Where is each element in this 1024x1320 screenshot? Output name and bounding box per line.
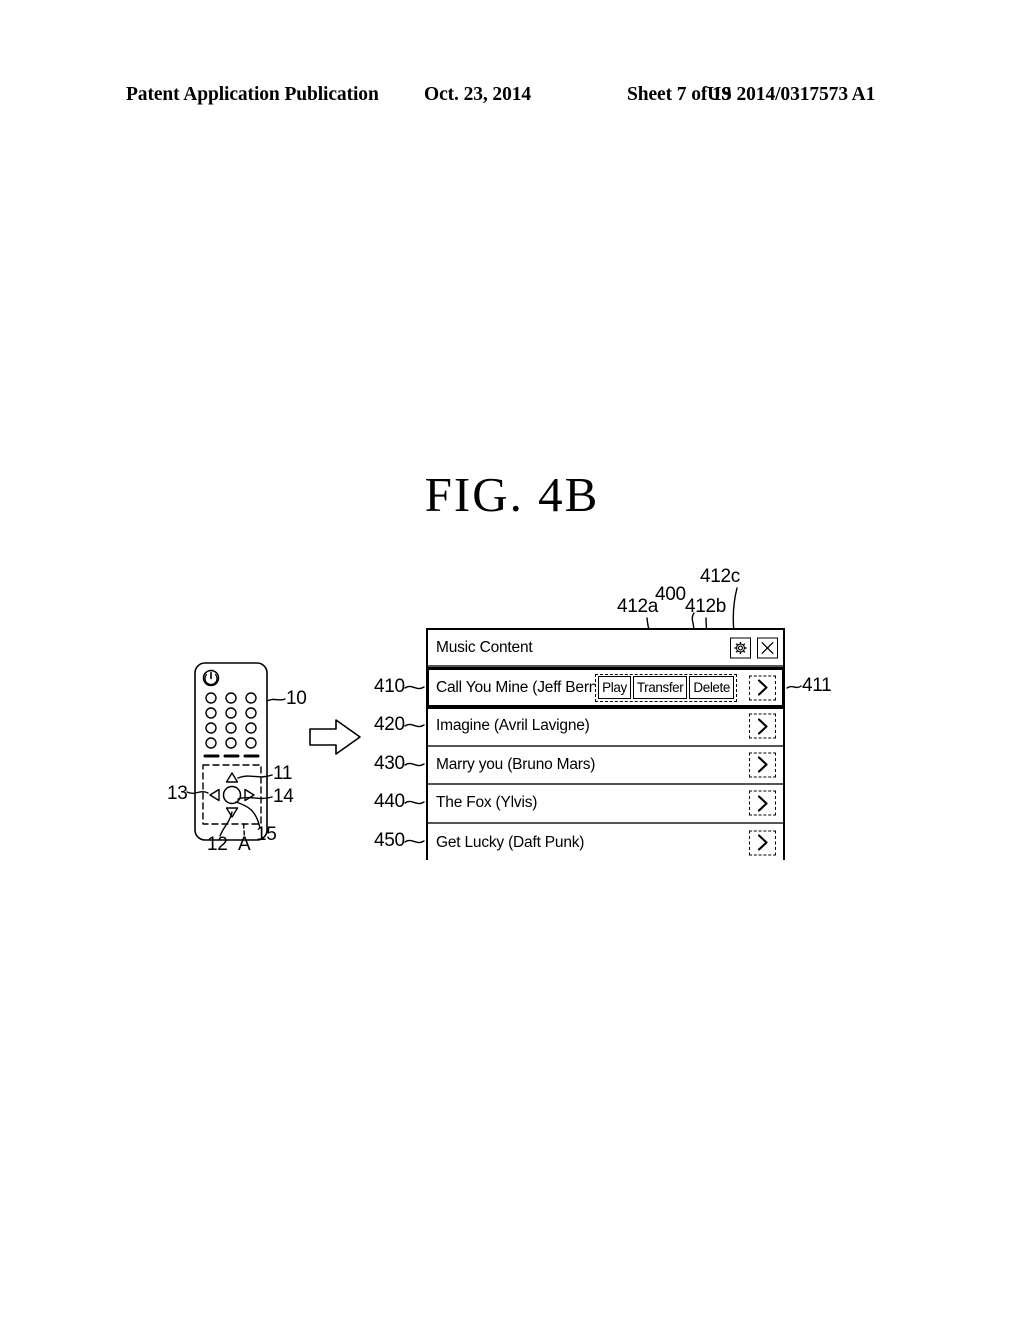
transition-arrow xyxy=(309,719,361,755)
leader-410 xyxy=(404,685,425,690)
ref-label-450: 450 xyxy=(374,830,405,851)
row-action-group: Play Transfer Delete xyxy=(595,673,737,702)
ref-label-14: 14 xyxy=(273,786,294,807)
ref-label-412c: 412c xyxy=(700,566,741,587)
leader-420 xyxy=(404,723,425,728)
close-x-icon[interactable] xyxy=(757,637,778,658)
chevron-right-icon[interactable] xyxy=(749,752,776,778)
leader-430 xyxy=(404,762,425,767)
chevron-right-icon[interactable] xyxy=(749,675,776,700)
ref-label-400: 400 xyxy=(655,584,686,605)
table-row[interactable]: Call You Mine (Jeff Bernat) Play Transfe… xyxy=(426,666,785,709)
ref-label-10: 10 xyxy=(286,688,307,709)
gear-icon[interactable] xyxy=(730,637,751,658)
power-icon xyxy=(202,669,220,687)
leader-411 xyxy=(786,685,802,689)
ref-label-410: 410 xyxy=(374,676,405,697)
song-title: The Fox (Ylvis) xyxy=(436,794,538,812)
ref-label-A: A xyxy=(238,834,251,855)
chevron-right-icon[interactable] xyxy=(749,713,776,739)
table-row[interactable]: Marry you (Bruno Mars) xyxy=(428,746,783,785)
song-title: Call You Mine (Jeff Bernat) xyxy=(436,678,615,696)
table-row[interactable]: Get Lucky (Daft Punk) xyxy=(428,823,783,862)
chevron-right-icon[interactable] xyxy=(749,830,776,856)
ref-label-411: 411 xyxy=(802,675,832,696)
ref-label-430: 430 xyxy=(374,753,405,774)
remote-center-button xyxy=(222,785,242,805)
delete-button[interactable]: Delete xyxy=(689,676,734,699)
ref-label-420: 420 xyxy=(374,714,405,735)
ref-label-412b: 412b xyxy=(685,596,727,617)
leader-450 xyxy=(404,839,425,844)
panel-title: Music Content xyxy=(436,638,533,656)
table-row[interactable]: The Fox (Ylvis) xyxy=(428,785,783,824)
panel-titlebar: Music Content xyxy=(428,630,783,667)
remote-up-button xyxy=(225,772,239,783)
titlebar-icon-group xyxy=(730,637,778,658)
ref-label-15: 15 xyxy=(256,824,277,845)
leader-440 xyxy=(404,800,425,805)
song-title: Marry you (Bruno Mars) xyxy=(436,755,596,773)
song-title: Imagine (Avril Lavigne) xyxy=(436,717,590,735)
play-button[interactable]: Play xyxy=(598,676,631,699)
leader-14 xyxy=(237,796,273,800)
table-row[interactable]: Imagine (Avril Lavigne) xyxy=(428,708,783,747)
leader-13 xyxy=(186,791,209,794)
ref-label-12: 12 xyxy=(207,834,228,855)
chevron-right-icon[interactable] xyxy=(749,790,776,816)
song-title: Get Lucky (Daft Punk) xyxy=(436,833,585,851)
transfer-button[interactable]: Transfer xyxy=(632,676,688,699)
remote-right-button xyxy=(244,788,255,802)
ref-label-412a: 412a xyxy=(617,596,659,617)
leader-10 xyxy=(266,698,286,702)
remote-keypad xyxy=(205,692,257,749)
ref-label-13: 13 xyxy=(167,783,188,804)
remote-left-button xyxy=(209,788,220,802)
ref-label-440: 440 xyxy=(374,791,405,812)
ref-label-11: 11 xyxy=(273,763,293,784)
music-content-panel: Music Content Call You Mine (Jeff Bernat… xyxy=(426,628,785,862)
